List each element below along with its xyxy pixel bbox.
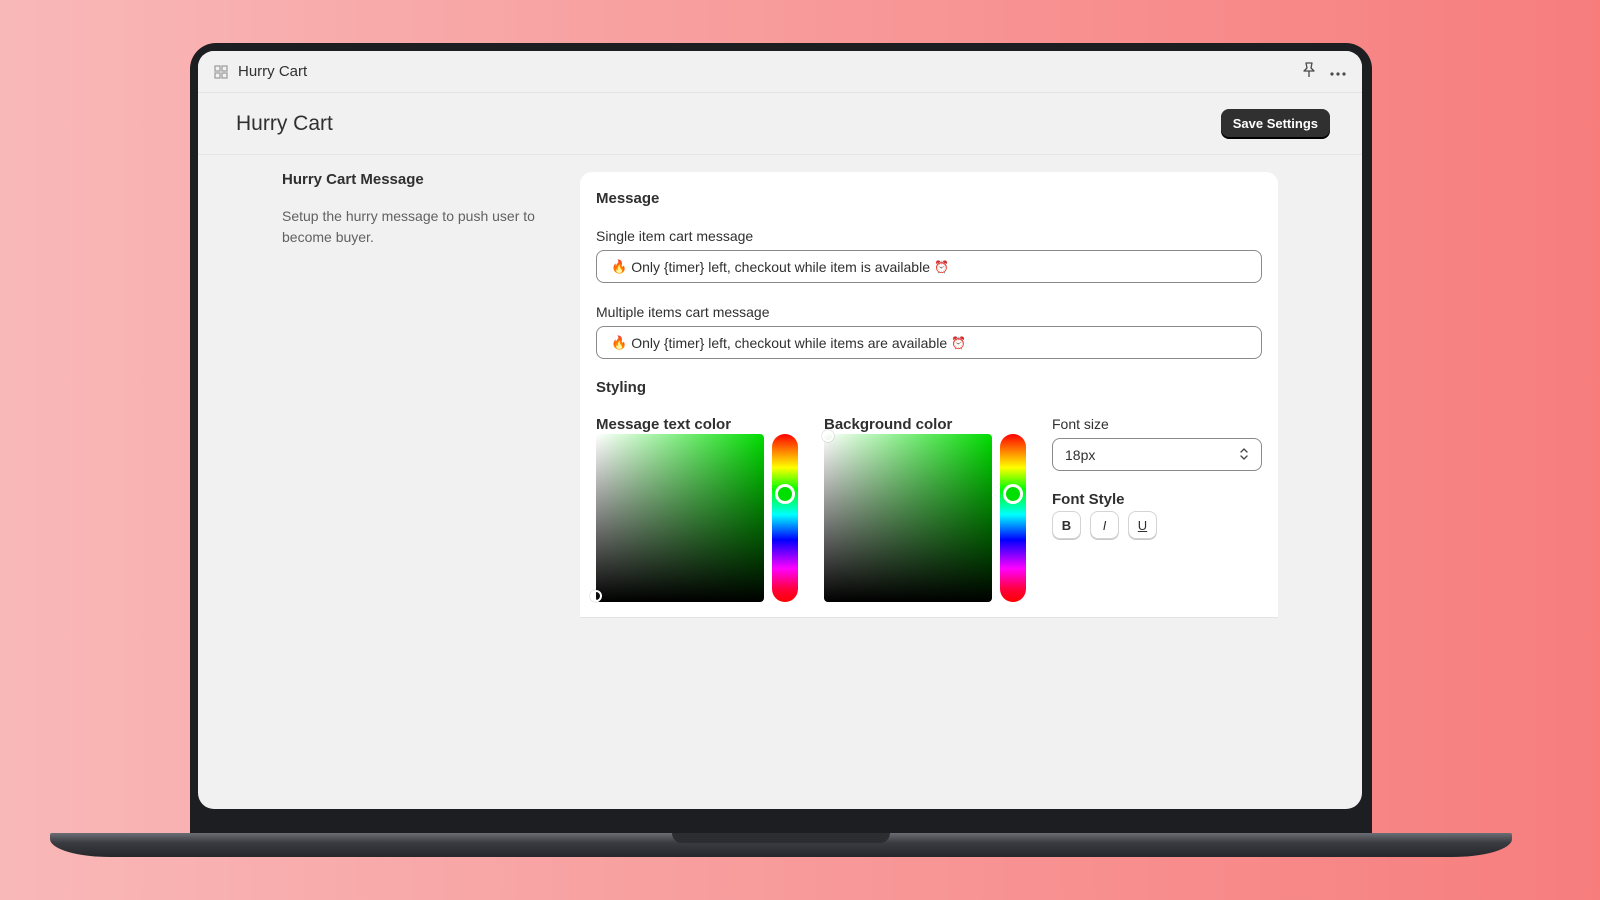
alarm-clock-icon: ⏰ xyxy=(951,335,967,350)
multiple-items-label: Multiple items cart message xyxy=(596,304,770,320)
text-color-hue-handle[interactable] xyxy=(775,484,795,504)
more-options-icon[interactable] xyxy=(1330,64,1346,80)
laptop-notch xyxy=(672,833,890,843)
multiple-items-message-value: Only {timer} left, checkout while items … xyxy=(631,334,948,351)
title-bar: Hurry Cart xyxy=(198,51,1362,93)
window-title: Hurry Cart xyxy=(238,63,308,80)
page-title: Hurry Cart xyxy=(236,111,333,135)
settings-card: Message Single item cart message 🔥 Only … xyxy=(580,172,1278,617)
background-color-handle[interactable] xyxy=(822,430,834,442)
font-size-select[interactable]: 18px xyxy=(1052,438,1262,471)
alarm-clock-icon: ⏰ xyxy=(934,259,949,274)
app-icon xyxy=(214,64,228,79)
select-chevron-icon xyxy=(1239,447,1249,462)
pin-icon[interactable] xyxy=(1302,61,1316,82)
message-heading: Message xyxy=(596,190,660,207)
font-settings: Font size 18px Font Style B I U xyxy=(1052,416,1262,602)
text-color-handle[interactable] xyxy=(590,590,602,602)
text-color-label: Message text color xyxy=(596,416,732,433)
text-color-hue-slider[interactable] xyxy=(772,434,798,602)
app-window: Hurry Cart Hurry Cart Save Settings Hurr… xyxy=(198,51,1362,809)
text-color-picker: Message text color xyxy=(590,416,824,602)
fire-icon: 🔥 xyxy=(611,258,628,274)
section-description: Hurry Cart Message Setup the hurry messa… xyxy=(282,171,562,248)
section-text: Setup the hurry message to push user to … xyxy=(282,208,535,245)
single-item-message-input[interactable]: 🔥 Only {timer} left, checkout while item… xyxy=(596,250,1262,283)
font-size-value: 18px xyxy=(1065,446,1096,463)
page-header: Hurry Cart Save Settings xyxy=(198,93,1362,155)
text-color-saturation-area[interactable] xyxy=(590,434,764,602)
font-style-label: Font Style xyxy=(1052,491,1125,508)
background-color-saturation-area[interactable] xyxy=(822,430,992,602)
single-item-message-value: Only {timer} left, checkout while item i… xyxy=(631,258,930,275)
save-settings-button[interactable]: Save Settings xyxy=(1220,109,1330,138)
underline-button[interactable]: U xyxy=(1128,511,1157,539)
multiple-items-message-input[interactable]: 🔥 Only {timer} left, checkout while item… xyxy=(596,326,1262,359)
background-color-hue-handle[interactable] xyxy=(1003,484,1023,504)
font-size-label: Font size xyxy=(1052,416,1109,432)
background-color-label: Background color xyxy=(824,416,953,433)
background-color-hue-slider[interactable] xyxy=(1000,434,1026,602)
styling-heading: Styling xyxy=(596,379,647,396)
single-item-label: Single item cart message xyxy=(596,228,754,244)
section-title: Hurry Cart Message xyxy=(282,171,424,188)
background-color-picker: Background color xyxy=(822,416,1052,602)
fire-icon: 🔥 xyxy=(611,334,628,350)
italic-button[interactable]: I xyxy=(1090,511,1119,539)
bold-button[interactable]: B xyxy=(1052,511,1081,539)
